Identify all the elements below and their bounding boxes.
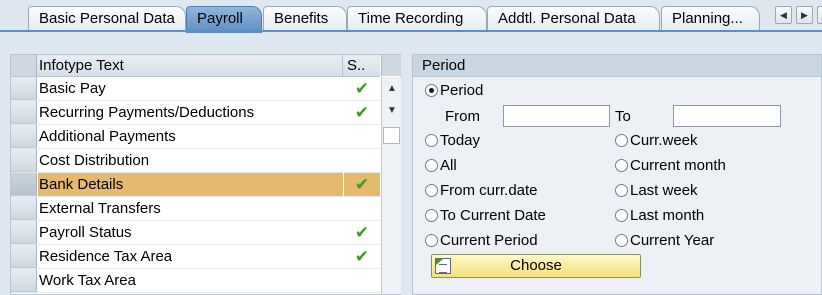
radio-button[interactable] bbox=[425, 234, 438, 247]
scroll-thumb[interactable] bbox=[383, 127, 400, 144]
choose-button[interactable]: Choose bbox=[431, 254, 641, 278]
infotype-text: External Transfers bbox=[39, 200, 161, 217]
row-selector[interactable] bbox=[11, 101, 37, 124]
infotype-text: Additional Payments bbox=[39, 128, 176, 145]
infotype-text: Residence Tax Area bbox=[39, 248, 173, 265]
table-row[interactable]: Additional Payments bbox=[11, 125, 380, 149]
tab-benefits[interactable]: Benefits bbox=[263, 6, 347, 31]
row-selector[interactable] bbox=[11, 245, 37, 268]
radio-current-period[interactable]: Current Period bbox=[425, 231, 538, 251]
table-row-selected[interactable]: Bank Details ✔ bbox=[11, 173, 380, 197]
status-cell bbox=[344, 125, 380, 148]
radio-current-year[interactable]: Current Year bbox=[615, 231, 714, 251]
radio-button[interactable] bbox=[615, 184, 628, 197]
radio-button[interactable] bbox=[615, 234, 628, 247]
tab-addtl-personal-data[interactable]: Addtl. Personal Data bbox=[487, 6, 660, 31]
table-row[interactable]: Cost Distribution bbox=[11, 149, 380, 173]
from-date-input[interactable] bbox=[503, 105, 610, 127]
status-cell bbox=[344, 149, 380, 172]
checkmark-icon: ✔ bbox=[354, 79, 370, 98]
checkmark-icon: ✔ bbox=[354, 103, 370, 122]
vertical-scrollbar[interactable]: ▲ ▼ bbox=[381, 77, 401, 294]
radio-button[interactable] bbox=[615, 159, 628, 172]
infotype-text: Basic Pay bbox=[39, 80, 106, 97]
infotype-text: Bank Details bbox=[38, 173, 343, 196]
status-cell bbox=[344, 269, 380, 292]
checkmark-icon: ✔ bbox=[354, 223, 370, 242]
table-row[interactable]: Residence Tax Area ✔ bbox=[11, 245, 380, 269]
infotype-text: Cost Distribution bbox=[39, 152, 150, 169]
tab-time-recording[interactable]: Time Recording bbox=[347, 6, 487, 31]
radio-current-month[interactable]: Current month bbox=[615, 156, 726, 176]
table-row[interactable]: Recurring Payments/Deductions ✔ bbox=[11, 101, 380, 125]
tab-underline bbox=[0, 30, 822, 32]
triangle-right-icon: ▶ bbox=[801, 10, 808, 20]
radio-all[interactable]: All bbox=[425, 156, 457, 176]
tab-list-button[interactable] bbox=[817, 6, 822, 24]
tab-basic-personal-data[interactable]: Basic Personal Data bbox=[28, 6, 186, 31]
column-header-status[interactable]: S.. bbox=[344, 55, 380, 76]
radio-button[interactable] bbox=[425, 184, 438, 197]
to-label: To bbox=[615, 108, 631, 125]
radio-curr-week[interactable]: Curr.week bbox=[615, 131, 698, 151]
table-row[interactable]: Payroll Status ✔ bbox=[11, 221, 380, 245]
period-panel: Period Period From To Today All From cur… bbox=[412, 54, 822, 295]
scroll-up-icon[interactable]: ▲ bbox=[384, 81, 400, 97]
status-cell bbox=[344, 197, 380, 220]
scroll-down-icon[interactable]: ▼ bbox=[384, 103, 400, 119]
row-selector[interactable] bbox=[11, 77, 37, 100]
infotype-text: Payroll Status bbox=[39, 224, 132, 241]
from-label: From bbox=[445, 108, 480, 125]
radio-last-month[interactable]: Last month bbox=[615, 206, 704, 226]
to-date-input[interactable] bbox=[673, 105, 781, 127]
radio-today[interactable]: Today bbox=[425, 131, 480, 151]
infotype-text: Work Tax Area bbox=[39, 272, 136, 289]
table-settings-corner bbox=[381, 55, 401, 76]
row-selector[interactable] bbox=[11, 125, 37, 148]
tab-scroll-next-button[interactable]: ▶ bbox=[796, 6, 813, 24]
radio-period[interactable]: Period bbox=[425, 81, 483, 101]
table-row[interactable]: External Transfers bbox=[11, 197, 380, 221]
row-selector[interactable] bbox=[11, 149, 37, 172]
radio-button[interactable] bbox=[425, 134, 438, 147]
checkmark-icon: ✔ bbox=[344, 173, 380, 196]
radio-button[interactable] bbox=[425, 159, 438, 172]
radio-button[interactable] bbox=[615, 134, 628, 147]
column-header-infotype-text[interactable]: Infotype Text bbox=[38, 55, 343, 76]
radio-from-curr-date[interactable]: From curr.date bbox=[425, 181, 538, 201]
tab-planning[interactable]: Planning... bbox=[661, 6, 760, 31]
table-header: Infotype Text S.. bbox=[11, 55, 380, 77]
row-selector[interactable] bbox=[11, 197, 37, 220]
triangle-left-icon: ◀ bbox=[780, 10, 787, 20]
row-selector[interactable] bbox=[11, 221, 37, 244]
table-row[interactable]: Basic Pay ✔ bbox=[11, 77, 380, 101]
radio-to-current-date[interactable]: To Current Date bbox=[425, 206, 546, 226]
row-selector[interactable] bbox=[11, 173, 37, 196]
select-all-cell[interactable] bbox=[11, 55, 37, 76]
row-selector[interactable] bbox=[11, 269, 37, 292]
radio-button-selected[interactable] bbox=[425, 84, 438, 97]
choose-icon bbox=[435, 258, 451, 274]
tab-payroll[interactable]: Payroll bbox=[186, 6, 262, 33]
infotype-text: Recurring Payments/Deductions bbox=[39, 104, 255, 121]
tab-scroll-prev-button[interactable]: ◀ bbox=[775, 6, 792, 24]
infotype-table: Infotype Text S.. Basic Pay ✔ Recurring … bbox=[10, 54, 401, 295]
radio-last-week[interactable]: Last week bbox=[615, 181, 698, 201]
radio-button[interactable] bbox=[425, 209, 438, 222]
tab-strip: Basic Personal Data Payroll Benefits Tim… bbox=[0, 0, 822, 33]
period-title: Period bbox=[413, 55, 821, 77]
radio-button[interactable] bbox=[615, 209, 628, 222]
table-row[interactable]: Work Tax Area bbox=[11, 269, 380, 293]
table-rows: Basic Pay ✔ Recurring Payments/Deduction… bbox=[11, 77, 380, 293]
checkmark-icon: ✔ bbox=[354, 247, 370, 266]
